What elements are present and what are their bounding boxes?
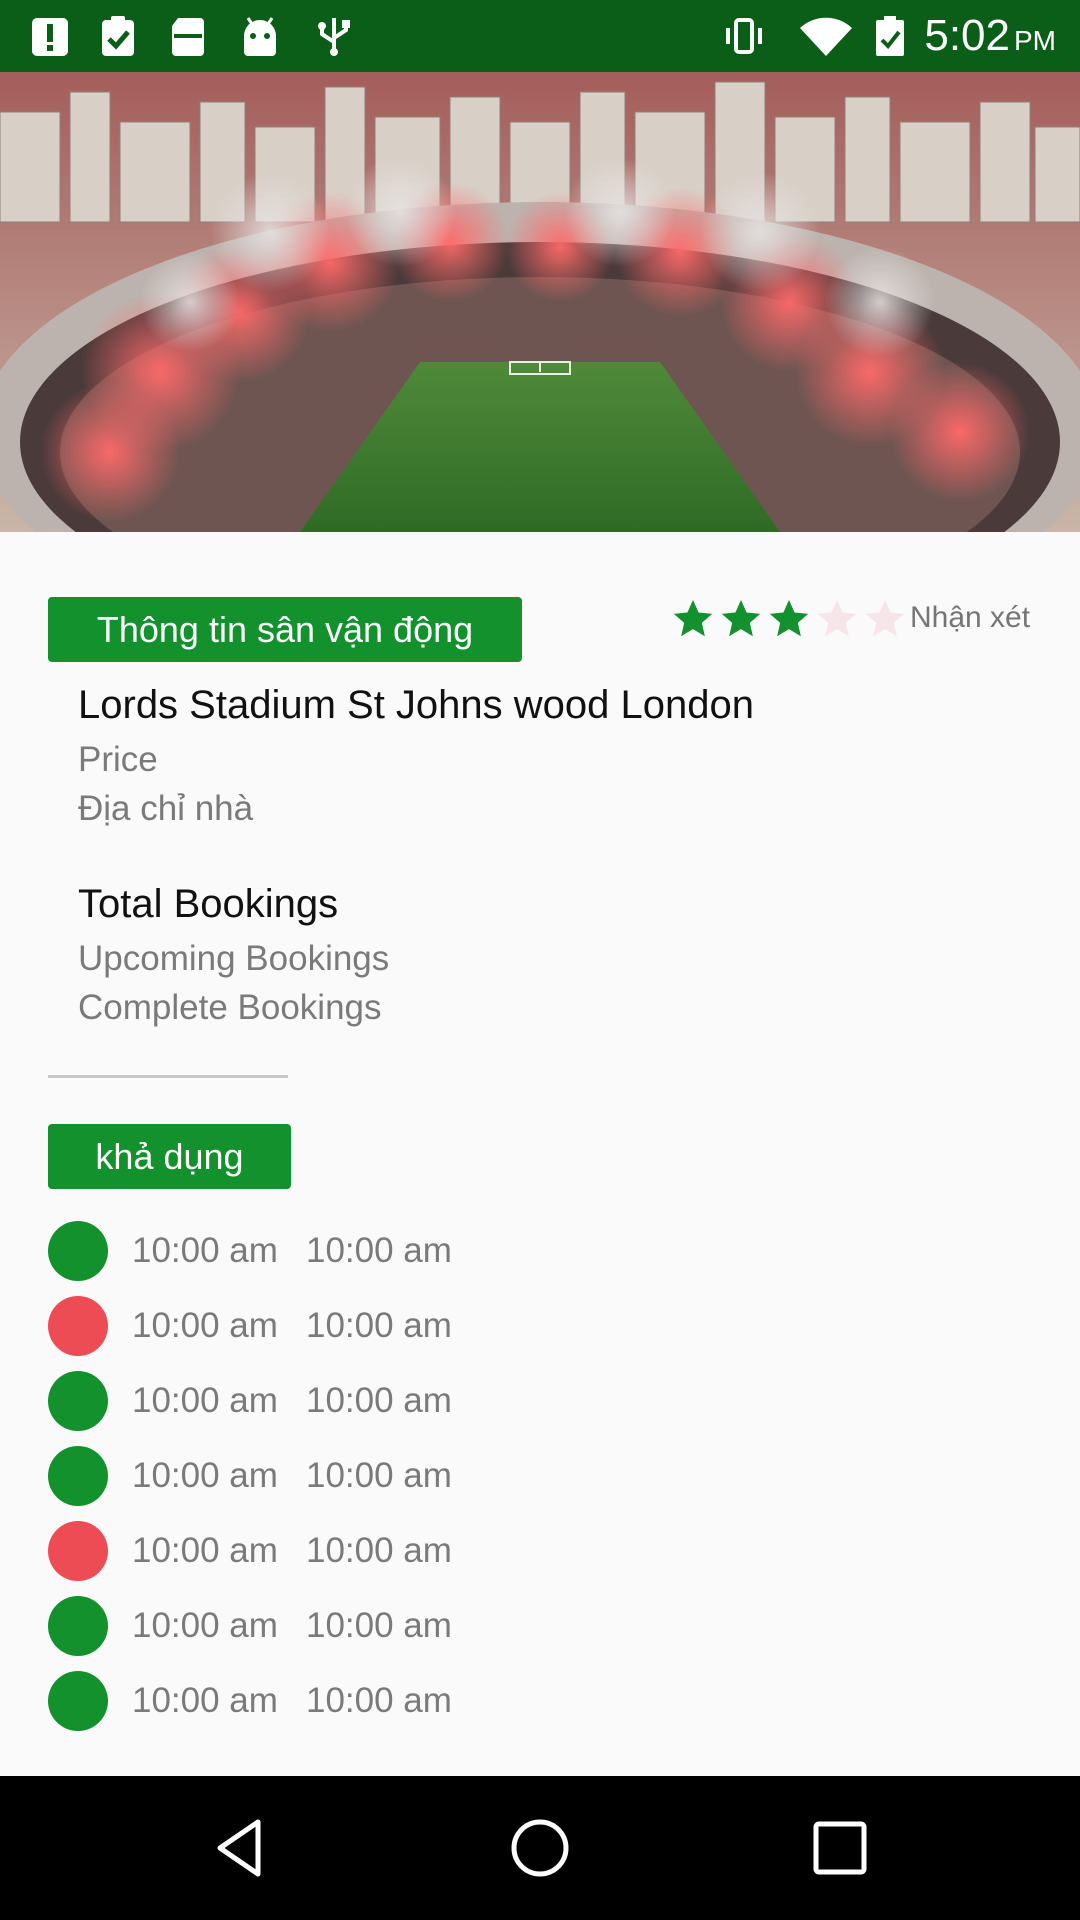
navigation-bar <box>0 1776 1080 1920</box>
slot-status-available-dot <box>48 1446 108 1506</box>
time-slot-row[interactable]: 10:00 am 10:00 am <box>48 1595 648 1657</box>
slot-status-available-dot <box>48 1371 108 1431</box>
slot-end-time: 10:00 am <box>306 1456 452 1495</box>
time-slot-row[interactable]: 10:00 am 10:00 am <box>48 1370 648 1432</box>
slot-start-time: 10:00 am <box>132 1306 278 1345</box>
price-label: Price <box>78 740 158 779</box>
clock: 5:02 PM <box>924 8 1056 69</box>
review-label[interactable]: Nhận xét <box>910 596 1030 640</box>
back-icon[interactable] <box>208 1816 272 1880</box>
complete-bookings-label: Complete Bookings <box>78 988 382 1027</box>
time-slot-row[interactable]: 10:00 am 10:00 am <box>48 1220 648 1282</box>
star-filled-icon[interactable] <box>670 596 716 642</box>
stadium-photo <box>0 72 1080 532</box>
star-filled-icon[interactable] <box>766 596 812 642</box>
clipboard-check-icon <box>102 16 134 56</box>
clock-time: 5:02 <box>924 11 1010 60</box>
time-slot-row[interactable]: 10:00 am 10:00 am <box>48 1295 648 1357</box>
stadium-info-tag: Thông tin sân vận động <box>48 597 522 662</box>
time-slot-row[interactable]: 10:00 am 10:00 am <box>48 1445 648 1507</box>
slot-start-time: 10:00 am <box>132 1456 278 1495</box>
slot-end-time: 10:00 am <box>306 1381 452 1420</box>
total-bookings-label: Total Bookings <box>78 882 339 926</box>
slot-status-available-dot <box>48 1596 108 1656</box>
alert-icon <box>32 18 68 56</box>
slot-start-time: 10:00 am <box>132 1606 278 1645</box>
slot-start-time: 10:00 am <box>132 1681 278 1720</box>
stadium-name: Lords Stadium St Johns wood London <box>78 683 754 727</box>
android-icon <box>244 17 276 56</box>
slot-start-time: 10:00 am <box>132 1531 278 1570</box>
slot-status-available-dot <box>48 1671 108 1731</box>
slot-start-time: 10:00 am <box>132 1231 278 1270</box>
divider <box>48 1075 288 1078</box>
star-empty-icon[interactable] <box>814 596 860 642</box>
address-label: Địa chỉ nhà <box>78 789 254 828</box>
time-slot-row[interactable]: 10:00 am 10:00 am <box>48 1520 648 1582</box>
clock-ampm: PM <box>1014 25 1056 56</box>
battery-icon <box>876 16 904 56</box>
star-empty-icon[interactable] <box>862 596 908 642</box>
home-icon[interactable] <box>508 1816 572 1880</box>
slot-status-booked-dot <box>48 1521 108 1581</box>
recents-icon[interactable] <box>808 1816 872 1880</box>
star-rating[interactable] <box>670 594 910 644</box>
slot-start-time: 10:00 am <box>132 1381 278 1420</box>
slot-status-booked-dot <box>48 1296 108 1356</box>
slot-end-time: 10:00 am <box>306 1306 452 1345</box>
slot-end-time: 10:00 am <box>306 1681 452 1720</box>
availability-tag: khả dụng <box>48 1124 291 1189</box>
slot-end-time: 10:00 am <box>306 1531 452 1570</box>
usb-icon <box>318 18 350 56</box>
wifi-icon <box>800 17 852 56</box>
time-slot-row[interactable]: 10:00 am 10:00 am <box>48 1670 648 1732</box>
status-bar: 5:02 PM <box>0 0 1080 72</box>
vibrate-icon <box>726 18 762 54</box>
slot-end-time: 10:00 am <box>306 1606 452 1645</box>
slot-status-available-dot <box>48 1221 108 1281</box>
slot-end-time: 10:00 am <box>306 1231 452 1270</box>
star-filled-icon[interactable] <box>718 596 764 642</box>
sd-card-icon <box>172 18 204 56</box>
upcoming-bookings-label: Upcoming Bookings <box>78 939 390 978</box>
